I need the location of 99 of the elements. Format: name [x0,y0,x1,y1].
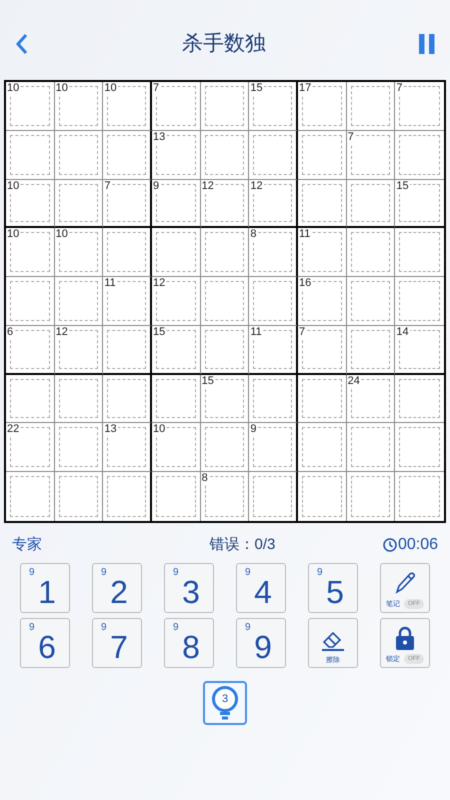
digit: 7 [110,631,128,663]
grid-cell[interactable] [54,130,104,180]
cage-sum: 10 [7,180,20,192]
cage-sum: 7 [153,83,160,94]
cage-sum: 13 [153,132,166,143]
error-count: 错误：0/3 [210,534,276,555]
cage-sum: 7 [348,132,355,143]
grid-cell[interactable] [346,326,396,375]
cage-sum: 7 [299,326,306,338]
cage-sum: 10 [56,229,69,240]
grid-cell[interactable] [103,130,152,180]
remaining-count: 9 [317,568,323,578]
cage-sum: 11 [104,278,117,290]
remaining-count: 9 [29,623,35,633]
back-icon [15,33,29,55]
grid-cell[interactable] [249,277,298,326]
grid-cell[interactable] [346,277,396,326]
grid-cell[interactable] [103,228,152,278]
difficulty-label: 专家 [12,534,42,555]
grid-cell[interactable] [103,374,152,424]
grid-cell[interactable] [152,228,201,278]
digit: 9 [254,631,272,663]
grid-cell[interactable] [249,130,298,180]
cage-sum: 10 [7,83,20,94]
remaining-count: 9 [245,623,251,633]
grid-cell[interactable] [346,423,396,472]
screen-title: 杀手数独 [182,31,266,58]
cage-sum: 11 [250,326,263,338]
grid-cell[interactable] [200,326,250,375]
grid-cell[interactable] [298,374,347,424]
cage-sum: 15 [202,376,215,387]
cage-sum: 10 [7,229,20,240]
cage-sum: 12 [202,180,215,192]
grid-cell[interactable] [6,130,55,180]
digit: 5 [326,576,344,608]
hint-count: 3 [212,686,238,712]
digit: 3 [182,576,200,608]
grid-cell[interactable] [200,423,250,472]
remaining-count: 9 [101,568,107,578]
timer: 00:06 [398,535,438,555]
cage-sum: 15 [153,326,166,338]
cage-sum: 10 [153,424,166,436]
cage-sum: 11 [299,229,312,240]
cage-sum: 10 [56,83,69,94]
remaining-count: 9 [173,568,179,578]
grid-cell[interactable] [346,180,396,228]
grid-cell[interactable] [54,423,104,472]
grid-cell[interactable] [54,277,104,326]
remaining-count: 9 [29,568,35,578]
remaining-count: 9 [245,568,251,578]
digit: 4 [254,576,272,608]
cage-sum: 14 [396,326,410,338]
pencil-icon [394,571,416,595]
cage-sum: 15 [396,180,410,192]
grid-cell[interactable] [346,82,396,131]
grid-cell[interactable] [152,374,201,424]
grid-cell[interactable] [103,326,152,375]
cage-sum: 12 [250,180,264,192]
grid-cell[interactable] [298,130,347,180]
lock-icon [395,626,415,650]
cage-sum: 24 [348,376,361,387]
remaining-count: 9 [173,623,179,633]
digit: 1 [38,576,56,608]
cage-sum: 6 [7,326,14,338]
grid-cell[interactable] [200,130,250,180]
grid-cell[interactable] [200,228,250,278]
cage-sum: 9 [250,424,258,436]
cage-sum: 12 [56,326,69,338]
grid-cell[interactable] [200,277,250,326]
grid-cell[interactable] [6,374,55,424]
cage-sum: 7 [396,83,404,94]
grid-cell[interactable] [298,180,347,228]
remaining-count: 9 [101,623,107,633]
cage-sum: 15 [250,83,264,94]
digit: 6 [38,631,56,663]
cage-sum: 8 [250,229,258,240]
grid-cell[interactable] [200,82,250,131]
cage-sum: 10 [104,83,118,94]
cage-sum: 9 [153,180,160,192]
cage-sum: 17 [299,83,312,94]
grid-cell[interactable] [346,228,396,278]
grid-cell[interactable] [54,180,104,228]
digit: 8 [182,631,200,663]
cage-sum: 16 [299,278,312,290]
grid-cell[interactable] [6,277,55,326]
pause-icon [418,34,436,54]
cage-sum: 12 [153,278,166,290]
grid-cell[interactable] [249,374,298,424]
eraser-icon [321,631,345,653]
cage-sum: 13 [104,424,118,436]
bulb-base-icon [218,712,232,720]
grid-cell[interactable] [298,423,347,472]
cage-sum: 8 [202,473,209,484]
clock-icon [382,538,397,552]
digit: 2 [110,576,128,608]
hint-button[interactable]: 3 [203,681,247,725]
grid-cell[interactable] [54,374,104,424]
cage-sum: 22 [7,424,20,436]
cage-sum: 7 [104,180,112,192]
